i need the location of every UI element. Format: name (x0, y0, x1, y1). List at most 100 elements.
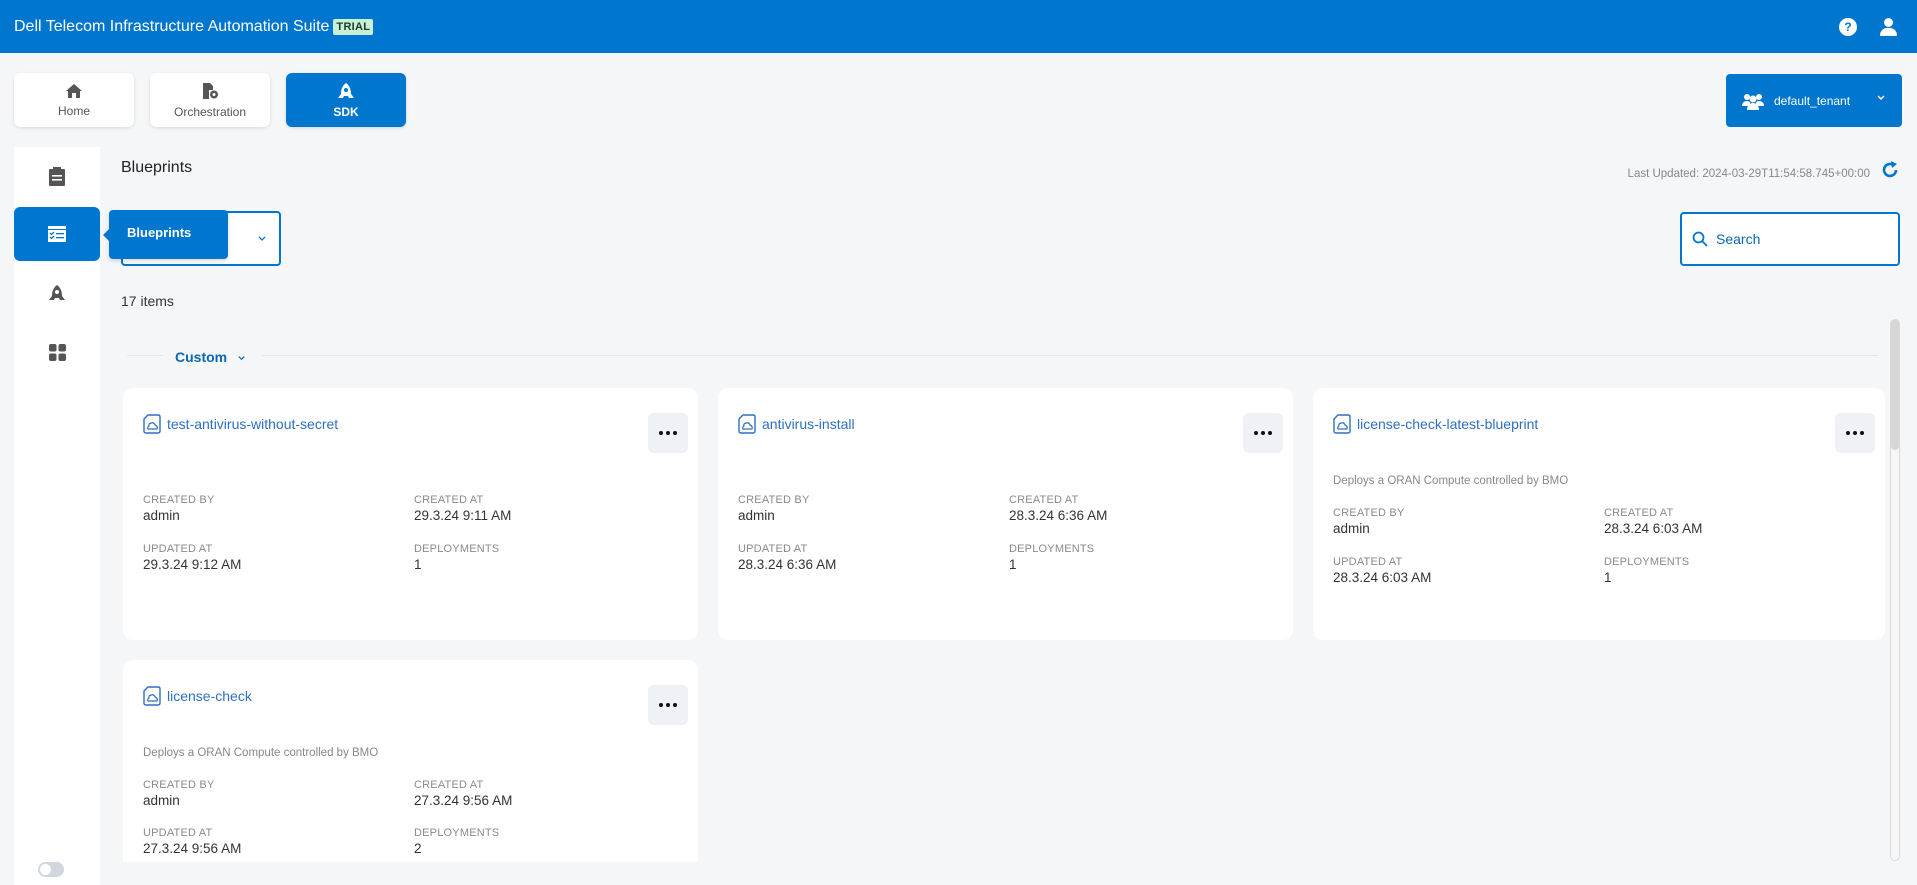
sidebar (14, 147, 100, 885)
sidebar-item-apps[interactable] (14, 325, 100, 379)
help-icon[interactable]: ? (1839, 17, 1857, 36)
tenant-selector[interactable]: default_tenant (1726, 74, 1902, 127)
app-title: Dell Telecom Infrastructure Automation S… (14, 17, 330, 35)
meta-label: DEPLOYMENTS (1009, 543, 1095, 555)
orchestration-icon (203, 82, 218, 99)
items-count: 17 items (121, 293, 174, 309)
meta-value: 1 (1604, 570, 1612, 585)
blueprint-card: license-check Deploys a ORAN Compute con… (123, 660, 698, 862)
refresh-icon[interactable] (1880, 160, 1900, 180)
created-by: CREATED BY admin (143, 779, 214, 808)
last-updated: Last Updated: 2024-03-29T11:54:58.745+00… (1627, 168, 1870, 180)
meta-value: admin (1333, 521, 1370, 536)
meta-label: UPDATED AT (143, 543, 213, 555)
search-placeholder: Search (1716, 231, 1761, 247)
blueprint-file-icon (1333, 414, 1351, 434)
blueprint-link[interactable]: test-antivirus-without-secret (143, 414, 338, 434)
sidebar-item-deployments[interactable] (14, 266, 100, 320)
user-icon[interactable] (1879, 17, 1897, 36)
chevron-down-icon (1877, 95, 1885, 101)
meta-value: 28.3.24 6:36 AM (738, 557, 837, 572)
created-at: CREATED AT 28.3.24 6:03 AM (1604, 507, 1702, 536)
meta-label: UPDATED AT (1333, 556, 1403, 568)
meta-value: 1 (1009, 557, 1017, 572)
updated-at: UPDATED AT 29.3.24 9:12 AM (143, 543, 241, 572)
chevron-down-icon (258, 236, 266, 241)
search-icon (1692, 231, 1708, 247)
more-options-button[interactable] (1243, 413, 1283, 453)
clipboard-icon (49, 166, 65, 186)
more-options-button[interactable] (648, 685, 688, 725)
deployments: DEPLOYMENTS 2 (414, 827, 499, 856)
meta-label: CREATED AT (414, 779, 484, 791)
top-bar: Dell Telecom Infrastructure Automation S… (0, 0, 1917, 53)
more-options-button[interactable] (648, 413, 688, 453)
meta-value: 27.3.24 9:56 AM (143, 841, 242, 856)
meta-label: CREATED BY (1333, 507, 1405, 519)
sidebar-tooltip: Blueprints (103, 210, 228, 259)
deployments: DEPLOYMENTS 1 (414, 543, 499, 572)
scrollbar-thumb[interactable] (1891, 320, 1899, 450)
tab-orchestration-label: Orchestration (173, 104, 247, 119)
meta-value: 2 (414, 841, 422, 856)
blueprint-link[interactable]: antivirus-install (738, 414, 855, 434)
rocket-icon (49, 285, 65, 300)
updated-at: UPDATED AT 28.3.24 6:03 AM (1333, 556, 1431, 585)
rocket-icon (338, 82, 354, 98)
meta-label: CREATED AT (1009, 494, 1079, 506)
created-at: CREATED AT 28.3.24 6:36 AM (1009, 494, 1107, 523)
created-at: CREATED AT 29.3.24 9:11 AM (414, 494, 511, 523)
meta-value: 1 (414, 557, 422, 572)
meta-value: 29.3.24 9:11 AM (414, 508, 512, 523)
meta-label: CREATED BY (738, 494, 810, 506)
meta-label: CREATED BY (143, 779, 215, 791)
search-input[interactable]: Search (1680, 212, 1900, 266)
meta-value: admin (143, 793, 180, 808)
updated-at: UPDATED AT 28.3.24 6:36 AM (738, 543, 836, 572)
blueprint-file-icon (143, 686, 161, 706)
meta-label: UPDATED AT (738, 543, 808, 555)
blueprint-name: license-check-latest-blueprint (1357, 416, 1539, 432)
scrollbar[interactable] (1890, 319, 1900, 861)
meta-value: 28.3.24 6:03 AM (1333, 570, 1432, 585)
created-by: CREATED BY admin (738, 494, 809, 523)
sidebar-item-blueprints[interactable] (14, 207, 100, 261)
blueprint-description: Deploys a ORAN Compute controlled by BMO (1333, 475, 1569, 487)
group-toggle-custom[interactable]: Custom (175, 349, 246, 365)
updated-at: UPDATED AT 27.3.24 9:56 AM (143, 827, 241, 856)
tab-sdk[interactable]: SDK (286, 73, 406, 127)
divider (127, 355, 163, 356)
blueprint-card: license-check-latest-blueprint Deploys a… (1313, 388, 1885, 640)
blueprint-card: antivirus-install CREATED BY admin CREATE… (718, 388, 1293, 640)
trial-badge: TRIAL (333, 18, 374, 35)
home-icon (66, 83, 82, 98)
meta-value: 28.3.24 6:03 AM (1604, 521, 1703, 536)
blueprint-description: Deploys a ORAN Compute controlled by BMO (143, 747, 379, 759)
meta-label: DEPLOYMENTS (414, 543, 500, 555)
created-by: CREATED BY admin (1333, 507, 1404, 536)
blueprints-icon (48, 226, 66, 242)
tab-orchestration[interactable]: Orchestration (150, 73, 270, 127)
meta-value: 28.3.24 6:36 AM (1009, 508, 1108, 523)
blueprint-name: test-antivirus-without-secret (167, 416, 339, 432)
tab-home[interactable]: Home (14, 73, 134, 127)
more-options-button[interactable] (1835, 413, 1875, 453)
deployments: DEPLOYMENTS 1 (1604, 556, 1689, 585)
sidebar-item-clipboard[interactable] (14, 149, 100, 203)
meta-value: 27.3.24 9:56 AM (414, 793, 513, 808)
meta-label: UPDATED AT (143, 827, 213, 839)
meta-value: admin (738, 508, 775, 523)
theme-toggle[interactable] (38, 862, 64, 877)
users-icon (1742, 93, 1764, 110)
blueprint-link[interactable]: license-check (143, 686, 252, 706)
created-by: CREATED BY admin (143, 494, 214, 523)
meta-label: CREATED AT (414, 494, 484, 506)
meta-label: DEPLOYMENTS (414, 827, 500, 839)
blueprint-file-icon (738, 414, 756, 434)
page-title: Blueprints (121, 159, 193, 176)
deployments: DEPLOYMENTS 1 (1009, 543, 1094, 572)
blueprint-link[interactable]: license-check-latest-blueprint (1333, 414, 1538, 434)
group-label: Custom (175, 349, 228, 365)
blueprint-card: test-antivirus-without-secret CREATED BY… (123, 388, 698, 640)
tenant-name: default_tenant (1774, 93, 1851, 108)
